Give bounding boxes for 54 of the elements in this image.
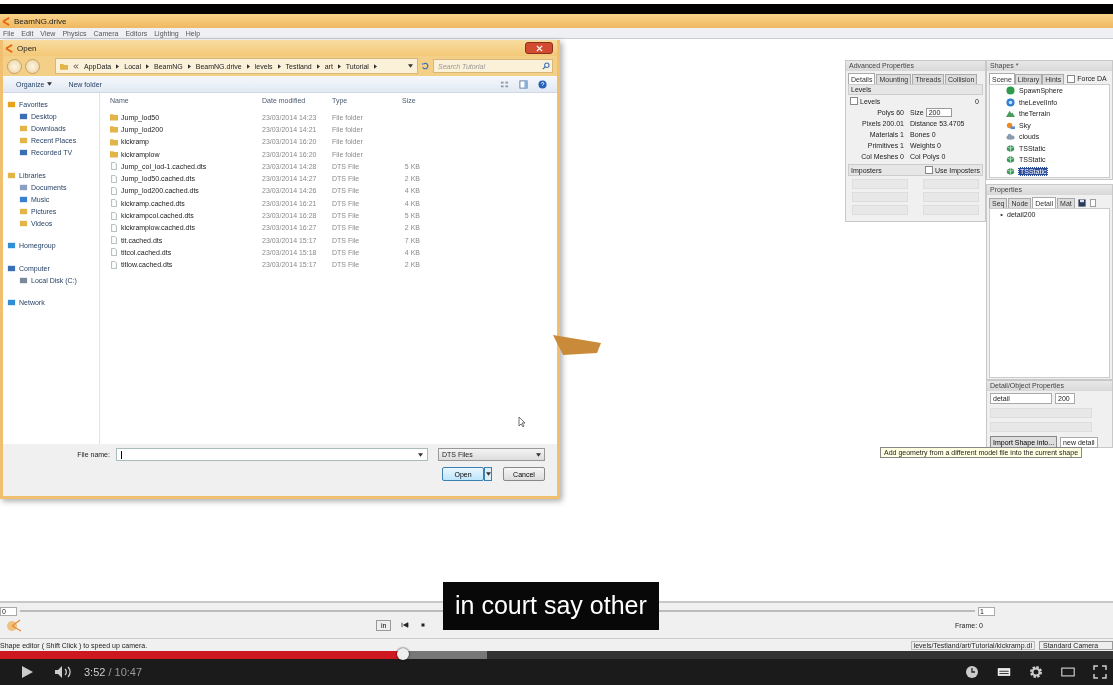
place-icon bbox=[7, 241, 16, 251]
window-title: BeamNG.drive bbox=[14, 16, 67, 26]
stop-icon[interactable] bbox=[419, 622, 428, 628]
checkbox[interactable] bbox=[924, 166, 933, 174]
close-button[interactable] bbox=[525, 42, 553, 54]
search-icon[interactable] bbox=[542, 62, 550, 70]
current-time: 3:52 bbox=[84, 666, 106, 678]
dialog-title: Open bbox=[17, 43, 37, 53]
theater-mode-icon[interactable] bbox=[1061, 665, 1075, 679]
info-icon bbox=[1006, 97, 1015, 107]
fullscreen-icon[interactable] bbox=[1093, 665, 1107, 679]
sphere-icon bbox=[1006, 86, 1015, 96]
cloud-icon bbox=[1006, 132, 1015, 142]
chevron-icon[interactable] bbox=[146, 63, 149, 69]
chevron-icon[interactable] bbox=[277, 63, 281, 69]
clock-icon[interactable] bbox=[965, 665, 979, 679]
view-icon[interactable] bbox=[500, 79, 509, 89]
refresh-icon[interactable] bbox=[421, 61, 430, 71]
chevron-icon[interactable] bbox=[373, 63, 377, 69]
close-icon bbox=[535, 44, 543, 52]
play-icon[interactable] bbox=[20, 665, 34, 679]
chevron-icon[interactable] bbox=[187, 63, 191, 69]
captions-icon[interactable] bbox=[997, 665, 1011, 679]
cursor-icon bbox=[518, 416, 526, 428]
ramp-shape bbox=[553, 335, 603, 357]
video-duration: / 10:47 bbox=[108, 666, 143, 678]
chevron-icon[interactable] bbox=[246, 63, 250, 69]
save-icon[interactable] bbox=[1077, 198, 1086, 207]
chevron-icon[interactable] bbox=[116, 63, 120, 69]
cube-icon bbox=[1006, 155, 1015, 165]
skip-back-icon[interactable] bbox=[401, 622, 410, 628]
chevron-icon[interactable] bbox=[316, 63, 320, 69]
mountain-icon bbox=[1006, 109, 1015, 119]
logo-icon bbox=[2, 16, 11, 26]
caret-icon bbox=[47, 82, 53, 86]
volume-icon[interactable] bbox=[54, 665, 74, 679]
logo-icon bbox=[5, 43, 14, 53]
caret-icon[interactable] bbox=[408, 64, 413, 68]
cube-icon bbox=[1006, 143, 1015, 153]
place-icon bbox=[7, 298, 16, 308]
checkbox[interactable] bbox=[850, 97, 858, 105]
help-icon[interactable] bbox=[538, 79, 547, 89]
file-name-field[interactable] bbox=[115, 448, 428, 461]
sun-icon bbox=[1006, 120, 1015, 130]
caret-icon bbox=[485, 472, 491, 476]
double-chevron-icon[interactable] bbox=[73, 63, 79, 69]
caption: in court say other bbox=[443, 582, 659, 630]
checkbox[interactable] bbox=[1067, 74, 1076, 83]
folder-icon bbox=[60, 62, 68, 70]
caret-icon bbox=[536, 452, 541, 457]
open-menu-button[interactable] bbox=[484, 467, 492, 481]
chevron-icon[interactable] bbox=[337, 63, 341, 69]
caret-icon[interactable] bbox=[418, 452, 423, 457]
settings-icon[interactable] bbox=[1029, 665, 1043, 679]
